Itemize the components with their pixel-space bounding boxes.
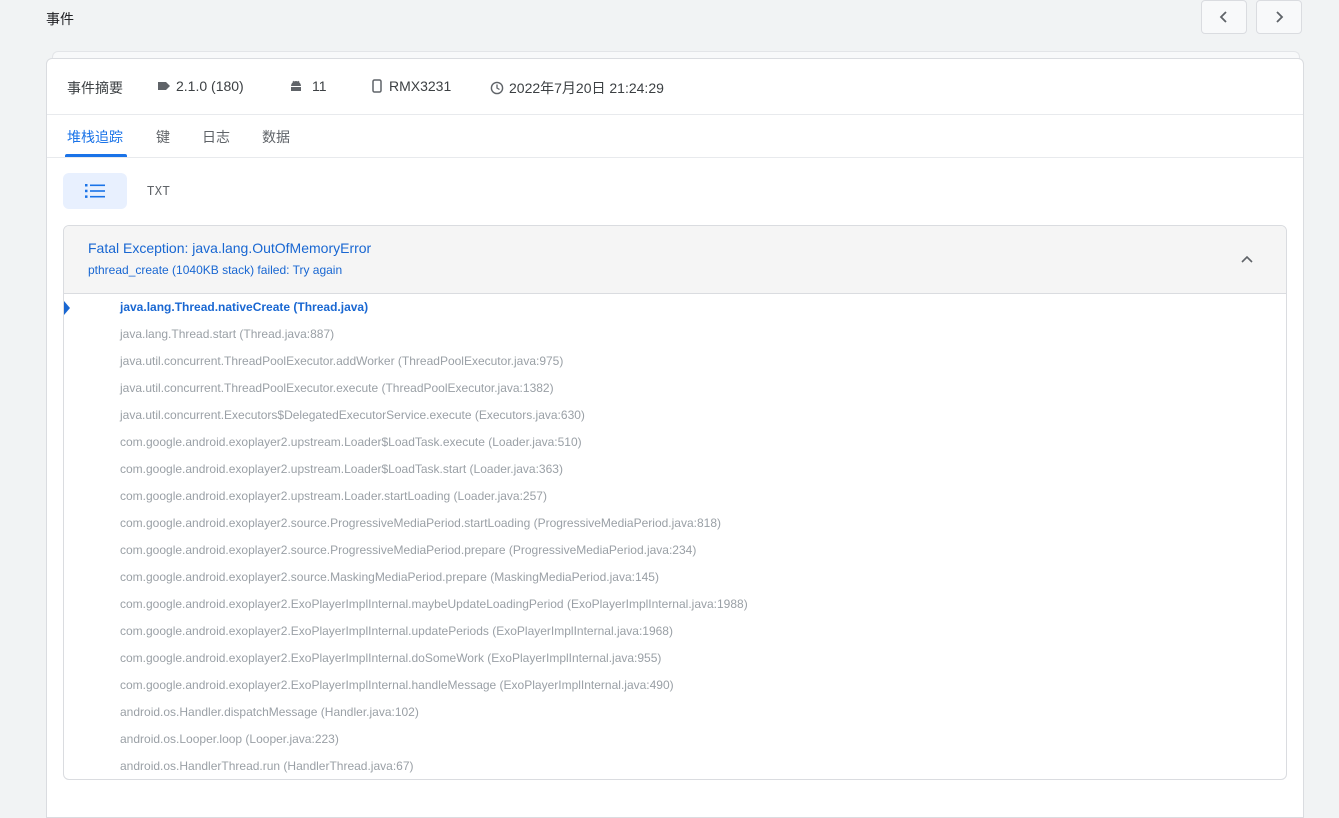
stack-frame: com.google.android.exoplayer2.source.Pro… (120, 516, 721, 530)
stack-frame: java.util.concurrent.Executors$Delegated… (120, 408, 585, 422)
detail-tabs: 堆栈追踪 键 日志 数据 (47, 115, 1303, 158)
app-version-value: 2.1.0 (180) (176, 78, 244, 94)
stack-frame: com.google.android.exoplayer2.source.Mas… (120, 570, 659, 584)
summary-label: 事件摘要 (67, 80, 123, 96)
current-frame-marker (64, 301, 70, 315)
stack-frame: com.google.android.exoplayer2.ExoPlayerI… (120, 624, 673, 638)
stack-frame: android.os.HandlerThread.run (HandlerThr… (120, 759, 414, 773)
stack-frame: java.util.concurrent.ThreadPoolExecutor.… (120, 354, 564, 368)
tab-keys[interactable]: 键 (156, 127, 170, 147)
tab-data[interactable]: 数据 (262, 127, 290, 147)
stack-frame: com.google.android.exoplayer2.ExoPlayerI… (120, 597, 748, 611)
device-model: RMX3231 (370, 78, 451, 94)
exception-message: pthread_create (1040KB stack) failed: Tr… (88, 263, 343, 277)
previous-event-button[interactable] (1201, 0, 1247, 34)
stack-frame: com.google.android.exoplayer2.upstream.L… (120, 435, 582, 449)
stack-frame: java.util.concurrent.ThreadPoolExecutor.… (120, 381, 554, 395)
label-icon (158, 82, 170, 90)
list-icon (85, 184, 105, 198)
chevron-right-icon (1276, 11, 1284, 23)
tab-logs[interactable]: 日志 (202, 127, 230, 147)
tab-stack-trace[interactable]: 堆栈追踪 (67, 127, 123, 147)
event-card: 事件摘要 2.1.0 (180) 11 RMX3231 2022年7月20日 2… (46, 58, 1304, 818)
page-title: 事件 (46, 11, 74, 27)
app-version: 2.1.0 (180) (157, 78, 244, 94)
event-time: 2022年7月20日 21:24:29 (490, 78, 664, 98)
stack-frame: android.os.Looper.loop (Looper.java:223) (120, 732, 339, 746)
chevron-up-icon[interactable] (1240, 252, 1254, 266)
list-view-button[interactable] (63, 173, 127, 209)
txt-view-button[interactable]: TXT (147, 184, 170, 198)
stack-frame: com.google.android.exoplayer2.source.Pro… (120, 543, 697, 557)
exception-header[interactable]: Fatal Exception: java.lang.OutOfMemoryEr… (64, 226, 1286, 294)
event-summary: 事件摘要 2.1.0 (180) 11 RMX3231 2022年7月20日 2… (47, 59, 1303, 115)
os-version-value: 11 (312, 78, 327, 94)
stack-trace-panel: Fatal Exception: java.lang.OutOfMemoryEr… (63, 225, 1287, 780)
stack-frame: java.lang.Thread.nativeCreate (Thread.ja… (120, 300, 369, 314)
os-version: 11 (289, 78, 327, 94)
stack-frame: com.google.android.exoplayer2.upstream.L… (120, 462, 563, 476)
active-tab-indicator (65, 154, 127, 157)
stack-frame: com.google.android.exoplayer2.ExoPlayerI… (120, 651, 662, 665)
stack-frame: com.google.android.exoplayer2.ExoPlayerI… (120, 678, 674, 692)
device-model-value: RMX3231 (389, 78, 452, 94)
stack-frame: android.os.Handler.dispatchMessage (Hand… (120, 705, 419, 719)
event-time-value: 2022年7月20日 21:24:29 (509, 80, 664, 96)
exception-title: Fatal Exception: java.lang.OutOfMemoryEr… (88, 240, 372, 256)
chevron-left-icon (1219, 11, 1227, 23)
stack-frame: java.lang.Thread.start (Thread.java:887) (120, 327, 335, 341)
android-icon (291, 80, 301, 91)
clock-icon (490, 81, 504, 95)
next-event-button[interactable] (1256, 0, 1302, 34)
stack-frame: com.google.android.exoplayer2.upstream.L… (120, 489, 547, 503)
page-header: 事件 (0, 0, 1339, 40)
phone-icon (372, 79, 382, 93)
